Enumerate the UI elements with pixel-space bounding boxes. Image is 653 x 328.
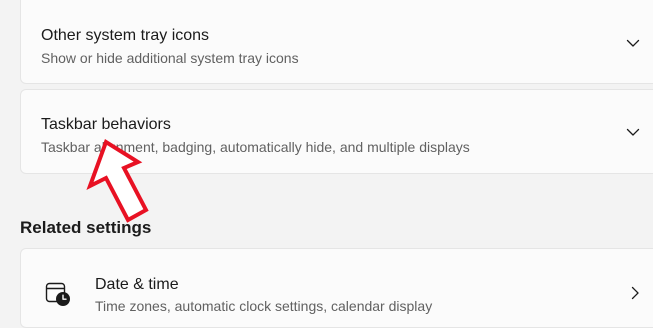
calendar-clock-icon [45,282,70,306]
card-description: Time zones, automatic clock settings, ca… [95,298,433,314]
card-title: Taskbar behaviors [41,116,171,133]
card-title: Date & time [95,276,179,293]
chevron-right-icon[interactable] [627,285,643,301]
chevron-down-icon[interactable] [625,35,641,51]
card-description: Taskbar alignment, badging, automaticall… [41,139,470,155]
other-system-tray-icons-card[interactable]: Other system tray icons Show or hide add… [20,0,653,84]
related-settings-heading: Related settings [20,218,152,237]
chevron-down-icon[interactable] [625,124,641,140]
date-time-card[interactable]: Date & time Time zones, automatic clock … [20,248,653,328]
taskbar-behaviors-card[interactable]: Taskbar behaviors Taskbar alignment, bad… [20,89,653,174]
card-description: Show or hide additional system tray icon… [41,50,299,66]
card-title: Other system tray icons [41,27,210,44]
